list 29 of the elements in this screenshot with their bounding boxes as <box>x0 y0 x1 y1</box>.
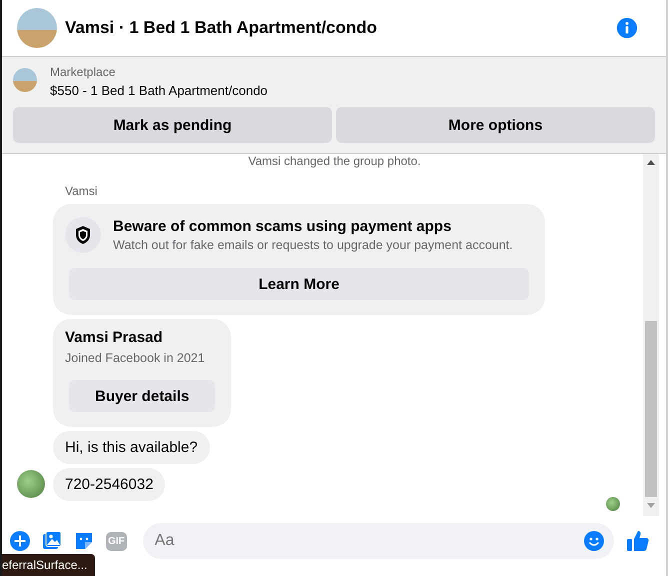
sender-name: Vamsi <box>65 184 98 198</box>
chat-title: Vamsi · 1 Bed 1 Bath Apartment/condo <box>65 18 378 38</box>
tooltip: eferralSurface... <box>2 554 96 576</box>
buyer-details-button[interactable]: Buyer details <box>69 380 216 412</box>
sender-avatar <box>17 470 45 498</box>
buyer-joined-text: Joined Facebook in 2021 <box>65 351 205 365</box>
photo-icon[interactable] <box>42 531 62 551</box>
plus-icon[interactable] <box>10 531 30 551</box>
seen-avatar <box>606 497 620 511</box>
warning-title: Beware of common scams using payment apps <box>113 218 452 235</box>
listing-source: Marketplace <box>50 65 116 79</box>
scrollbar[interactable] <box>643 154 659 516</box>
sticker-icon[interactable] <box>74 531 94 551</box>
emoji-icon[interactable] <box>584 531 604 551</box>
message-input[interactable]: Aa <box>142 523 614 559</box>
info-icon[interactable] <box>616 17 638 39</box>
learn-more-button[interactable]: Learn More <box>69 268 529 300</box>
listing-action-button[interactable]: Mark as pending <box>13 107 332 143</box>
event-text: Vamsi changed the group photo. <box>247 154 422 168</box>
shield-icon <box>65 217 101 253</box>
listing-title[interactable]: $550 - 1 Bed 1 Bath Apartment/condo <box>50 83 268 98</box>
listing-photo <box>13 68 37 92</box>
thumbs-up-icon[interactable] <box>626 529 650 553</box>
buyer-name: Vamsi Prasad <box>65 329 163 346</box>
message-bubble: Hi, is this available? <box>53 431 210 464</box>
message-bubble: 720-2546032 <box>53 468 166 501</box>
group-photo <box>17 8 57 48</box>
listing-action-button[interactable]: More options <box>336 107 655 143</box>
warning-text: Watch out for fake emails or requests to upgrade your payment account. <box>113 238 513 252</box>
